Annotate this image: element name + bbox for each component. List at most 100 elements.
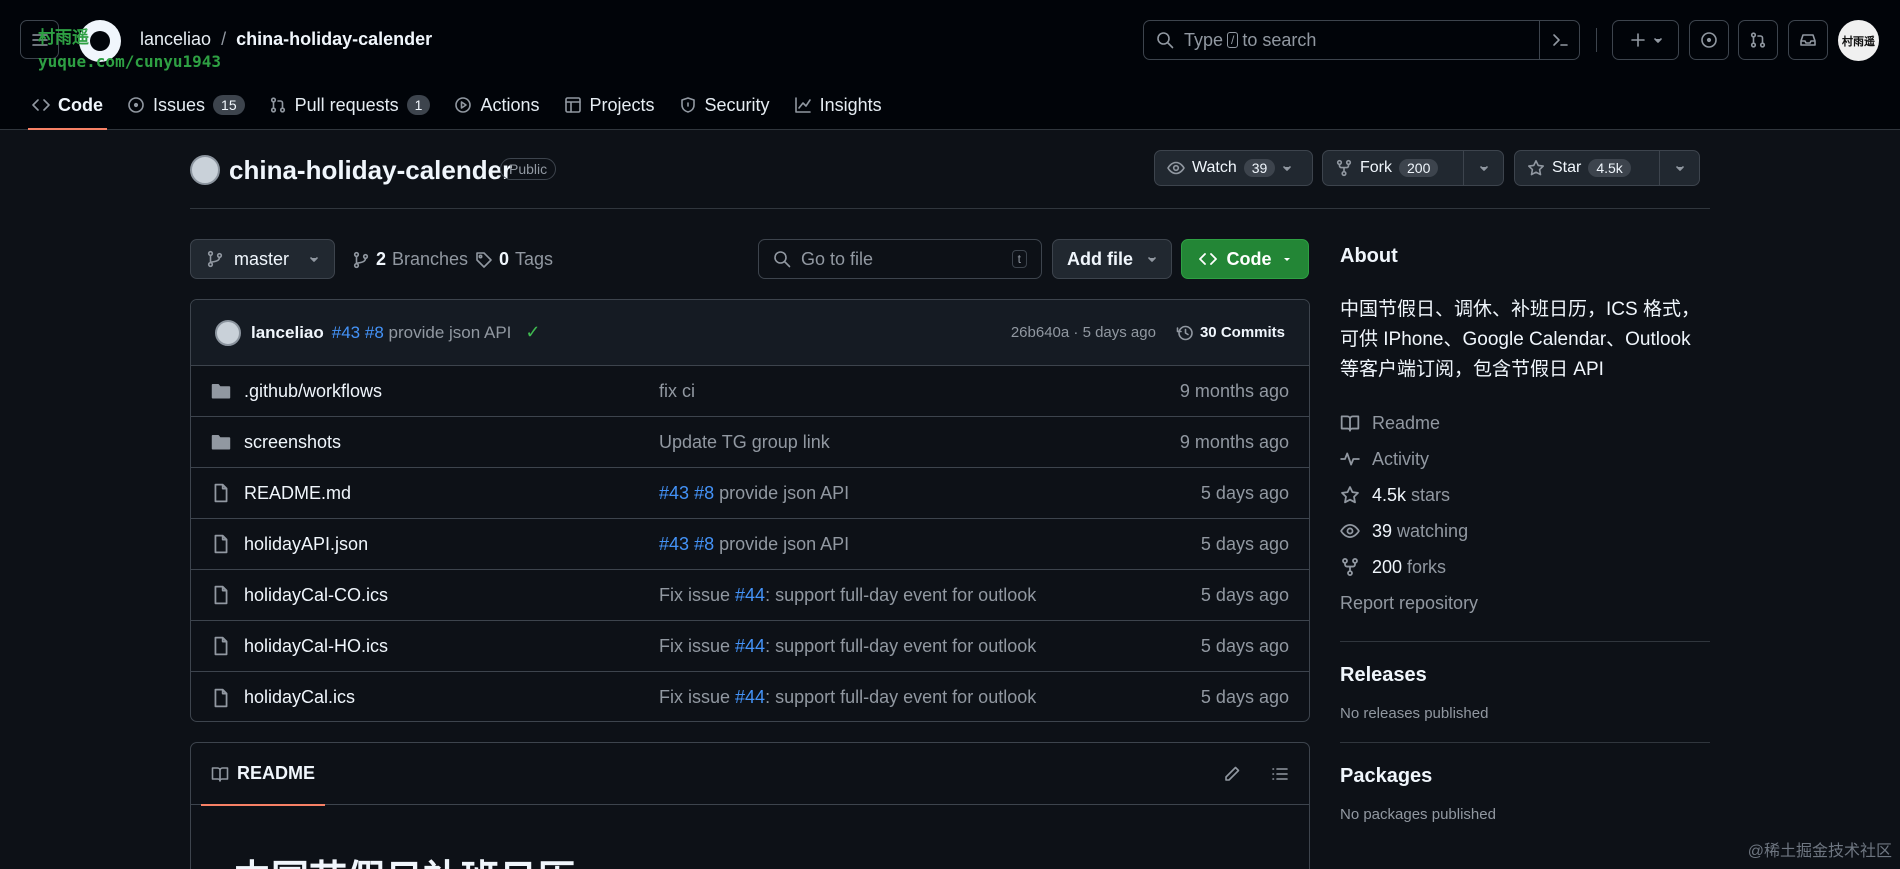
search-prefix: Type: [1184, 29, 1224, 50]
file-name-link[interactable]: holidayCal-CO.ics: [244, 585, 659, 606]
commit-ref[interactable]: #44: [735, 636, 765, 656]
commit-author-avatar[interactable]: [215, 319, 241, 346]
commit-sha-time[interactable]: 26b640a · 5 days ago: [1011, 324, 1156, 341]
tab-security-label: Security: [704, 94, 770, 115]
pull-requests-counter: 1: [406, 95, 431, 115]
tab-projects[interactable]: Projects: [552, 80, 667, 130]
watch-main[interactable]: Watch 39: [1155, 151, 1304, 185]
tab-code[interactable]: Code: [20, 80, 115, 130]
history-icon: [1176, 324, 1194, 342]
file-name-link[interactable]: holidayCal.ics: [244, 687, 659, 708]
tab-issues[interactable]: Issues 15: [115, 80, 257, 130]
about-heading: About: [1340, 245, 1398, 267]
packages-heading[interactable]: Packages: [1340, 765, 1710, 788]
star-icon: [1340, 485, 1360, 505]
watch-label: Watch: [1192, 159, 1237, 176]
commit-message-text: Fix issue: [659, 687, 736, 707]
file-name-link[interactable]: README.md: [244, 483, 659, 504]
file-commit-message[interactable]: Fix issue #44: support full-day event fo…: [659, 636, 1201, 657]
commit-message[interactable]: provide json API: [389, 323, 512, 343]
watch-button[interactable]: Watch 39: [1154, 150, 1313, 186]
file-row[interactable]: holidayCal-CO.ics Fix issue #44: support …: [191, 570, 1309, 621]
star-dropdown[interactable]: [1659, 151, 1699, 185]
commit-ref[interactable]: #43: [659, 534, 689, 554]
commit-ref[interactable]: #8: [694, 483, 714, 503]
go-to-file-input[interactable]: Go to file t: [758, 239, 1042, 279]
file-row[interactable]: holidayAPI.json #43 #8 provide json API 5 …: [191, 519, 1309, 570]
activity-link[interactable]: Activity: [1340, 441, 1710, 477]
releases-heading[interactable]: Releases: [1340, 664, 1710, 687]
file-name-link[interactable]: holidayCal-HO.ics: [244, 636, 659, 657]
repo-owner-avatar[interactable]: [190, 155, 220, 185]
tab-actions[interactable]: Actions: [442, 80, 551, 130]
watching-link[interactable]: 39 watching: [1340, 513, 1710, 549]
star-count: 4.5k: [1588, 159, 1631, 177]
file-commit-message[interactable]: #43 #8 provide json API: [659, 483, 1201, 504]
create-new-button[interactable]: [1612, 20, 1679, 60]
forks-link[interactable]: 200 forks: [1340, 549, 1710, 585]
commit-ref[interactable]: #43: [659, 483, 689, 503]
file-name-link[interactable]: .github/workflows: [244, 381, 659, 402]
commit-ref[interactable]: #43: [332, 323, 360, 343]
branches-link[interactable]: 2 Branches: [352, 249, 468, 270]
file-commit-message[interactable]: Fix issue #44: support full-day event fo…: [659, 687, 1201, 708]
file-row[interactable]: .github/workflows fix ci 9 months ago: [191, 366, 1309, 417]
repo-title[interactable]: china-holiday-calender: [229, 155, 512, 186]
readme-link[interactable]: Readme: [1340, 405, 1710, 441]
fork-icon: [1340, 557, 1360, 577]
tab-security[interactable]: Security: [667, 80, 782, 130]
file-name-link[interactable]: screenshots: [244, 432, 659, 453]
tab-pull-requests[interactable]: Pull requests 1: [257, 80, 443, 130]
tags-link[interactable]: 0 Tags: [475, 249, 553, 270]
file-row[interactable]: README.md #43 #8 provide json API 5 days a…: [191, 468, 1309, 519]
pencil-icon[interactable]: [1223, 765, 1241, 783]
table-icon: [564, 96, 582, 114]
file-commit-message[interactable]: #43 #8 provide json API: [659, 534, 1201, 555]
search-input[interactable]: Type / to search: [1143, 20, 1580, 60]
file-row[interactable]: holidayCal.ics Fix issue #44: support ful…: [191, 672, 1309, 721]
list-icon[interactable]: [1271, 765, 1289, 783]
star-main[interactable]: Star 4.5k: [1515, 151, 1659, 185]
report-repository-link[interactable]: Report repository: [1340, 585, 1710, 621]
file-commit-message[interactable]: Fix issue #44: support full-day event fo…: [659, 585, 1201, 606]
commit-ref[interactable]: #8: [365, 323, 384, 343]
commit-author[interactable]: lanceliao: [251, 323, 324, 343]
tab-insights[interactable]: Insights: [782, 80, 894, 130]
fork-dropdown[interactable]: [1463, 151, 1503, 185]
commit-ref[interactable]: #44: [735, 687, 765, 707]
file-row[interactable]: holidayCal-HO.ics Fix issue #44: support …: [191, 621, 1309, 672]
commit-message-text: : support full-day event for outlook: [765, 687, 1037, 707]
check-icon[interactable]: ✓: [525, 322, 540, 343]
about-description: 中国节假日、调休、补班日历，ICS 格式，可供 IPhone、Google Ca…: [1340, 299, 1700, 380]
issues-button[interactable]: [1689, 20, 1729, 60]
add-file-button[interactable]: Add file: [1052, 239, 1172, 279]
readme-tab[interactable]: README: [200, 743, 326, 806]
file-commit-message[interactable]: Update TG group link: [659, 432, 1180, 453]
forks-count: 200: [1372, 556, 1403, 577]
search-suffix: to search: [1242, 29, 1317, 50]
file-commit-date: 5 days ago: [1200, 533, 1289, 554]
tab-insights-label: Insights: [819, 94, 882, 115]
tags-label: Tags: [515, 249, 554, 269]
about-links: Readme Activity 4.5k stars 39 watching 2…: [1340, 405, 1710, 621]
fork-main[interactable]: Fork 200: [1323, 151, 1463, 185]
branch-selector[interactable]: master: [190, 239, 335, 279]
command-palette-button[interactable]: [1539, 21, 1579, 59]
pull-requests-button[interactable]: [1738, 20, 1778, 60]
folder-icon: [211, 432, 233, 452]
user-avatar[interactable]: 村雨遥: [1838, 20, 1879, 61]
star-button[interactable]: Star 4.5k: [1514, 150, 1700, 186]
file-row[interactable]: screenshots Update TG group link 9 months …: [191, 417, 1309, 468]
fork-button[interactable]: Fork 200: [1322, 150, 1504, 186]
breadcrumb-repo[interactable]: china-holiday-calender: [236, 29, 432, 50]
file-name-link[interactable]: holidayAPI.json: [244, 534, 659, 555]
inbox-button[interactable]: [1788, 20, 1828, 60]
triangle-down-icon: [1653, 35, 1663, 45]
commit-ref[interactable]: #8: [694, 534, 714, 554]
commits-history-link[interactable]: 30 Commits: [1176, 324, 1285, 342]
code-button[interactable]: Code: [1181, 239, 1309, 279]
commit-ref[interactable]: #44: [735, 585, 765, 605]
book-icon: [1340, 413, 1360, 433]
file-commit-message[interactable]: fix ci: [659, 381, 1180, 402]
stars-link[interactable]: 4.5k stars: [1340, 477, 1710, 513]
